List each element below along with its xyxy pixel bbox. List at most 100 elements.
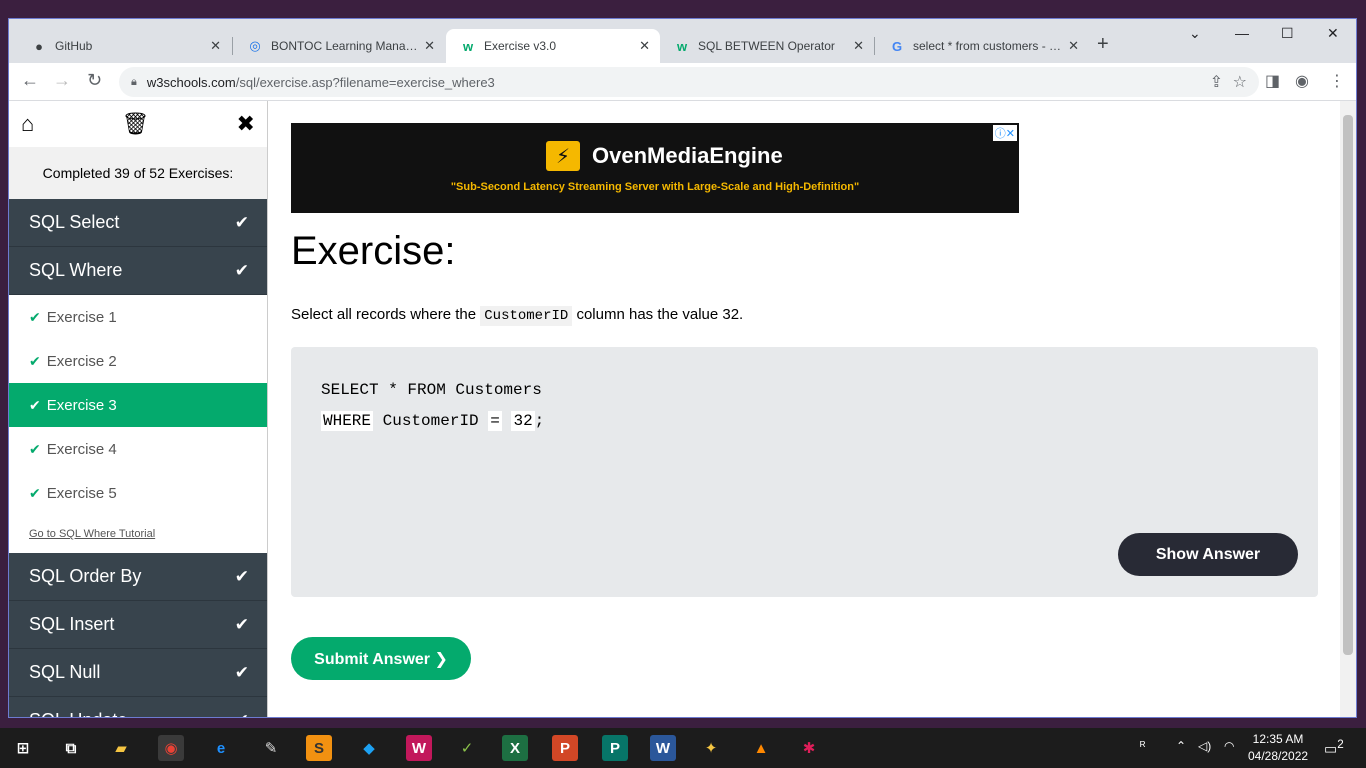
home-icon[interactable]: ⌂ [21,111,34,137]
advertisement-banner[interactable]: ⚡︎ OvenMediaEngine "Sub-Second Latency S… [291,123,1019,213]
exercise-instruction: Select all records where the CustomerID … [291,306,744,326]
vlc-icon[interactable]: ▲ [748,735,774,761]
close-tab-icon[interactable]: ✕ [210,38,221,54]
tab-exercise[interactable]: w Exercise v3.0 ✕ [446,29,660,63]
check-icon: ✔ [234,260,249,280]
close-tab-icon[interactable]: ✕ [639,38,650,54]
clock-date: 04/28/2022 [1248,749,1309,763]
powerpoint-icon[interactable]: P [552,735,578,761]
tab-strip: ● GitHub ✕ ◎ BONTOC Learning Managem ✕ w… [9,19,1356,63]
code-exercise-box: SELECT * FROM Customers WHERE CustomerID… [291,347,1318,597]
xampp-icon[interactable]: ✦ [698,735,724,761]
close-tab-icon[interactable]: ✕ [853,38,864,54]
notification-icon[interactable]: ▭2 [1324,738,1344,758]
forward-arrow-icon[interactable]: → [53,70,71,91]
taskbar-clock[interactable]: 12:35 AM 04/28/2022 [1248,731,1308,765]
exercise-item-1[interactable]: ✔ Exercise 1 [9,295,267,339]
page-scrollbar[interactable] [1340,101,1356,717]
answer-field-2[interactable]: = [488,411,502,431]
word-icon[interactable]: W [650,735,676,761]
sublime-text-icon[interactable]: S [306,735,332,761]
code-line-2: WHERE CustomerID = 32; [321,411,545,431]
url-host: w3schools.com [146,74,236,90]
lock-icon: 🔒︎ [131,75,137,88]
wamp-icon[interactable]: W [406,735,432,761]
profile-avatar-icon[interactable]: ◉ [1295,71,1309,91]
check-icon: ✔ [234,212,249,232]
task-view-icon[interactable]: ⧉ [58,735,84,761]
address-bar[interactable]: 🔒︎ w3schools.com /sql/exercise.asp?filen… [119,67,1259,97]
people-icon[interactable]: ᴿ [1140,739,1145,753]
check-icon: ✔ [234,614,249,634]
section-sql-null[interactable]: SQL Null ✔ [9,649,267,697]
close-window-button[interactable]: ✕ [1327,25,1339,42]
section-sql-where[interactable]: SQL Where ✔ [9,247,267,295]
kebab-menu-icon[interactable]: ⋮ [1329,71,1345,91]
w3schools-icon: w [676,38,688,54]
ad-tagline: "Sub-Second Latency Streaming Server wit… [450,181,860,193]
page-title: Exercise: [291,229,456,273]
back-arrow-icon[interactable]: ← [21,70,39,91]
tray-overflow-icon[interactable]: ⌃ [1176,739,1186,753]
publisher-icon[interactable]: P [602,735,628,761]
bookmark-star-icon[interactable]: ☆ [1233,72,1247,92]
browser-toolbar: ← → ↻ 🔒︎ w3schools.com /sql/exercise.asp… [9,63,1356,101]
tab-bontoc[interactable]: ◎ BONTOC Learning Managem ✕ [233,29,445,63]
exercise-item-5[interactable]: ✔ Exercise 5 [9,471,267,515]
notepad-icon[interactable]: ✓ [454,735,480,761]
section-sql-insert[interactable]: SQL Insert ✔ [9,601,267,649]
check-icon: ✔ [235,711,249,718]
share-icon[interactable]: ⇪ [1210,72,1223,92]
section-sql-order-by[interactable]: SQL Order By ✔ [9,553,267,601]
close-icon[interactable]: ✖ [237,111,255,137]
inline-code: CustomerID [480,306,573,326]
sidebar-toolbar: ⌂ 🗑︎ ✖ [9,101,267,147]
completed-counter: Completed 39 of 52 Exercises: [9,147,267,199]
windows-start-icon[interactable]: ⊞ [10,735,36,761]
tab-sql-between[interactable]: w SQL BETWEEN Operator ✕ [660,29,874,63]
cloud-app-icon[interactable]: ◆ [356,735,382,761]
new-tab-button[interactable]: + [1097,33,1109,56]
check-icon: ✔ [29,484,41,501]
excel-icon[interactable]: X [502,735,528,761]
section-sql-select[interactable]: SQL Select ✔ [9,199,267,247]
check-icon: ✔ [29,308,41,325]
file-explorer-icon[interactable]: ▰ [108,735,134,761]
code-line-1: SELECT * FROM Customers [321,381,542,399]
edge-icon[interactable]: e [208,735,234,761]
globe-icon: ◎ [249,38,261,53]
paint-icon[interactable]: ✎ [258,735,284,761]
url-path: /sql/exercise.asp?filename=exercise_wher… [235,74,495,90]
tab-google-search[interactable]: G select * from customers - Go ✕ [875,29,1089,63]
ad-brand: OvenMediaEngine [592,143,783,168]
answer-field-3[interactable]: 32 [511,411,535,431]
trash-icon[interactable]: 🗑︎ [121,111,149,137]
show-answer-button[interactable]: Show Answer [1118,533,1298,576]
exercise-item-2[interactable]: ✔ Exercise 2 [9,339,267,383]
tab-search-icon[interactable]: ⌄ [1189,25,1201,42]
ad-choices-icon[interactable]: ⓘ✕ [992,125,1017,141]
exercise-item-4[interactable]: ✔ Exercise 4 [9,427,267,471]
check-icon: ✔ [29,440,41,457]
volume-icon[interactable]: ◁) [1198,739,1211,753]
answer-field-1[interactable]: WHERE [321,411,374,431]
reload-icon[interactable]: ↻ [87,70,102,91]
maximize-button[interactable]: ☐ [1281,25,1294,42]
tutorial-link[interactable]: Go to SQL Where Tutorial [9,515,267,553]
windows-taskbar: ⊞ ⧉ ▰ ◉ e ✎ S ◆ W ✓ X P P W ✦ ▲ ✱ ᴿ ⌃ ◁)… [0,728,1366,768]
section-sql-update[interactable]: SQL Update ✔ [9,697,267,718]
wifi-icon[interactable]: ◠ [1224,739,1234,753]
submit-answer-button[interactable]: Submit Answer ❯ [291,637,471,680]
exercise-main: ⚡︎ OvenMediaEngine "Sub-Second Latency S… [269,101,1341,717]
chrome-icon[interactable]: ◉ [158,735,184,761]
github-icon: ● [35,38,43,54]
close-tab-icon[interactable]: ✕ [1068,38,1079,54]
minimize-button[interactable]: — [1235,25,1249,41]
exercise-item-3[interactable]: ✔ Exercise 3 [9,383,267,427]
scrollbar-thumb[interactable] [1343,115,1353,655]
close-tab-icon[interactable]: ✕ [424,38,435,54]
side-panel-icon[interactable]: ◨ [1265,71,1280,91]
tab-github[interactable]: ● GitHub ✕ [17,29,231,63]
slack-icon[interactable]: ✱ [796,735,822,761]
clock-time: 12:35 AM [1252,732,1304,746]
